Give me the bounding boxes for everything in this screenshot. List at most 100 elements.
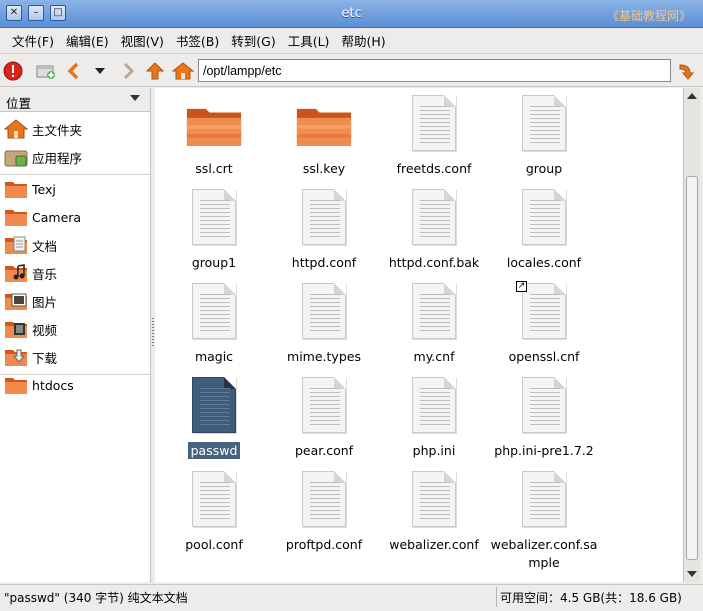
file-name: group — [489, 160, 599, 178]
sidebar-item-pictures[interactable]: 图片 — [0, 288, 150, 314]
sidebar-item-htdocs[interactable]: htdocs — [0, 372, 150, 398]
forward-arrow-icon — [123, 62, 135, 80]
file-name-text: php.ini-pre1.7.2 — [494, 443, 594, 458]
status-bar: "passwd" (340 字节) 纯文本文档 可用空间：4.5 GB(共：18… — [0, 584, 703, 609]
sidebar-item-label: Camera — [32, 209, 82, 225]
file-name-text: httpd.conf — [291, 255, 357, 270]
file-item[interactable]: pear.conf — [269, 372, 379, 466]
file-name: pool.conf — [159, 536, 269, 554]
file-name-text: group1 — [191, 255, 237, 270]
sidebar-item-label: 音乐 — [32, 266, 58, 282]
file-item[interactable]: locales.conf — [489, 184, 599, 278]
text-file-icon — [406, 281, 462, 341]
file-name-text: webalizer.conf — [389, 537, 479, 552]
music-folder-icon — [4, 262, 28, 284]
sidebar-item-home[interactable]: 主文件夹 — [0, 116, 150, 142]
sidebar-item-label: Texj — [32, 181, 56, 197]
file-item[interactable]: httpd.conf — [269, 184, 379, 278]
file-name: php.ini-pre1.7.2 — [489, 442, 599, 460]
file-item[interactable]: php.ini-pre1.7.2 — [489, 372, 599, 466]
title-bar: ✕ – □ etc 《基础教程网》 — [0, 0, 703, 28]
file-icon-view: ssl.crt ssl.key freetds.conf group group1 htt… — [155, 88, 683, 582]
file-name-text: proftpd.conf — [285, 537, 363, 552]
file-name-text: ssl.crt — [195, 161, 233, 176]
sidebar-item-camera[interactable]: Camera — [0, 204, 150, 230]
sidebar-item-music[interactable]: 音乐 — [0, 260, 150, 286]
places-dropdown[interactable]: 位置 — [0, 88, 150, 112]
file-name: httpd.conf — [269, 254, 379, 272]
file-name-text: magic — [194, 349, 234, 364]
menu-go[interactable]: 转到(G) — [225, 31, 281, 50]
text-file-icon — [406, 469, 462, 529]
file-item[interactable]: proftpd.conf — [269, 466, 379, 560]
vertical-scrollbar[interactable] — [683, 88, 700, 582]
file-name-text: httpd.conf.bak — [388, 255, 480, 270]
new-tab-button[interactable] — [34, 59, 58, 83]
forward-button[interactable] — [116, 59, 140, 83]
go-button[interactable] — [674, 59, 698, 83]
back-button[interactable] — [62, 59, 86, 83]
arrow-down-icon — [687, 571, 697, 577]
file-name-text: passwd — [187, 442, 241, 459]
folder-icon — [4, 206, 28, 228]
up-button[interactable] — [143, 59, 167, 83]
arrow-up-icon — [687, 93, 697, 99]
location-input[interactable] — [198, 59, 671, 82]
sidebar-item-videos[interactable]: 视频 — [0, 316, 150, 342]
sidebar-header-label: 位置 — [6, 96, 32, 111]
stop-button[interactable] — [1, 59, 25, 83]
menu-view[interactable]: 视图(V) — [115, 31, 170, 50]
menu-tools[interactable]: 工具(L) — [282, 31, 336, 50]
text-file-icon — [296, 281, 352, 341]
menu-edit[interactable]: 编辑(E) — [60, 31, 115, 50]
sidebar-item-documents[interactable]: 文档 — [0, 232, 150, 258]
file-name: openssl.cnf — [489, 348, 599, 366]
history-dropdown-button[interactable] — [88, 59, 112, 83]
menu-file[interactable]: 文件(F) — [6, 31, 60, 50]
file-item[interactable]: pool.conf — [159, 466, 269, 560]
file-item[interactable]: my.cnf — [379, 278, 489, 372]
text-file-icon — [186, 469, 242, 529]
scroll-up-button[interactable] — [684, 88, 700, 104]
file-name: my.cnf — [379, 348, 489, 366]
file-item[interactable]: webalizer.conf — [379, 466, 489, 560]
file-item[interactable]: webalizer.conf.sa mple — [489, 466, 599, 570]
file-name-text: pear.conf — [294, 443, 354, 458]
file-item[interactable]: httpd.conf.bak — [379, 184, 489, 278]
file-name: proftpd.conf — [269, 536, 379, 554]
scroll-down-button[interactable] — [684, 566, 700, 582]
file-name: php.ini — [379, 442, 489, 460]
menu-bar: 文件(F) 编辑(E) 视图(V) 书签(B) 转到(G) 工具(L) 帮助(H… — [0, 28, 703, 54]
sidebar-item-label: 主文件夹 — [32, 122, 83, 138]
text-file-icon — [516, 93, 572, 153]
home-button[interactable] — [171, 59, 195, 83]
file-item[interactable]: ssl.crt — [159, 90, 269, 184]
chevron-down-icon — [130, 95, 140, 101]
file-name-text: freetds.conf — [396, 161, 472, 176]
file-item[interactable]: group — [489, 90, 599, 184]
file-name-text: pool.conf — [185, 537, 243, 552]
sidebar-item-downloads[interactable]: 下载 — [0, 344, 150, 370]
file-item[interactable]: ↗ openssl.cnf — [489, 278, 599, 372]
file-name: group1 — [159, 254, 269, 272]
file-item[interactable]: mime.types — [269, 278, 379, 372]
file-item[interactable]: magic — [159, 278, 269, 372]
menu-help[interactable]: 帮助(H) — [335, 31, 391, 50]
file-item[interactable]: ssl.key — [269, 90, 379, 184]
text-file-icon — [186, 187, 242, 247]
file-item[interactable]: group1 — [159, 184, 269, 278]
applications-folder-icon — [4, 146, 28, 168]
status-divider — [496, 587, 497, 607]
sidebar-item-applications[interactable]: 应用程序 — [0, 144, 150, 170]
file-name: passwd — [159, 442, 269, 460]
file-name: webalizer.conf.sa mple — [489, 536, 599, 572]
text-file-icon — [406, 375, 462, 435]
scrollbar-thumb[interactable] — [686, 176, 698, 560]
folder-icon — [186, 93, 242, 153]
sidebar-item-texj[interactable]: Texj — [0, 176, 150, 202]
file-item[interactable]: php.ini — [379, 372, 489, 466]
file-item[interactable]: freetds.conf — [379, 90, 489, 184]
folder-icon — [4, 374, 28, 396]
file-item[interactable]: passwd — [159, 372, 269, 466]
menu-bookmarks[interactable]: 书签(B) — [170, 31, 225, 50]
